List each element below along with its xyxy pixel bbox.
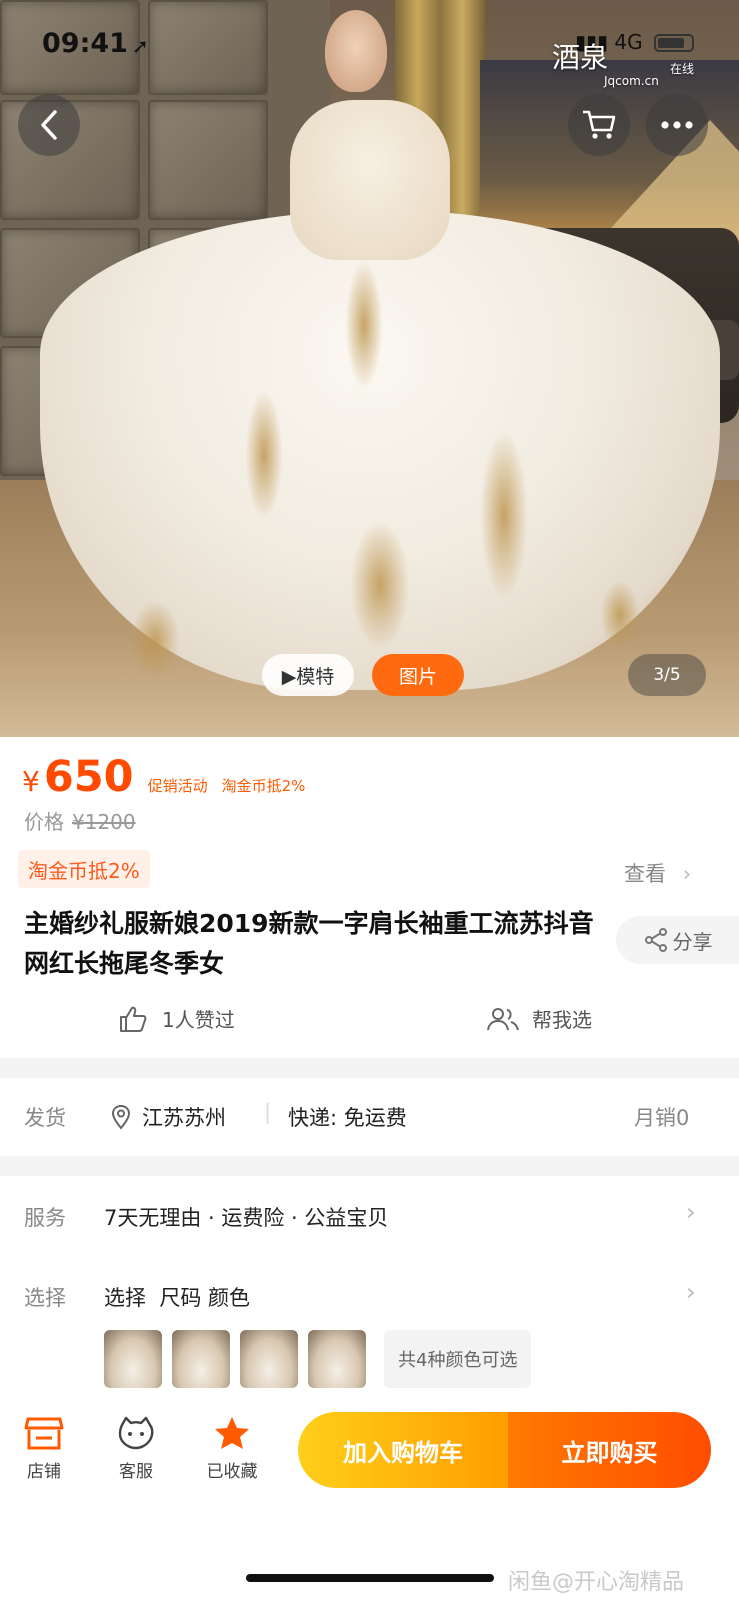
view-link-label: 查看 <box>624 862 666 886</box>
share-label: 分享 <box>672 929 713 954</box>
watermark-online: 在线 <box>670 62 695 76</box>
color-thumbnail[interactable] <box>104 1330 162 1388</box>
original-price: 价格 ¥1200 <box>24 806 136 835</box>
wall-panel <box>148 0 268 95</box>
back-button[interactable] <box>18 94 80 156</box>
chevron-right-icon: › <box>686 1278 696 1306</box>
service-text: 7天无理由 · 运费险 · 公益宝贝 <box>104 1206 389 1230</box>
chevron-left-icon <box>41 110 57 140</box>
cart-button[interactable] <box>568 94 630 156</box>
thumbs-up-icon <box>120 1006 147 1032</box>
chevron-right-icon: › <box>686 1198 696 1226</box>
like-button[interactable]: 1人赞过 <box>118 1004 235 1033</box>
share-button[interactable]: 分享 <box>616 916 739 964</box>
watermark-logo: 酒泉 <box>552 41 609 74</box>
service-label: 服务 <box>24 1206 66 1230</box>
location-pin-icon <box>111 1104 131 1130</box>
network-type: 4G <box>614 30 643 54</box>
tab-model[interactable]: ▶模特 <box>262 654 354 696</box>
location-arrow-icon: ➚ <box>132 34 149 58</box>
view-link[interactable]: 查看 › <box>624 858 691 888</box>
select-label: 选择 <box>24 1286 66 1310</box>
shopping-cart-icon <box>583 110 616 139</box>
separator: | <box>264 1100 272 1124</box>
embroidery <box>345 260 383 390</box>
source-watermark: 闲鱼@开心淘精品 <box>508 1570 685 1595</box>
buy-now-button[interactable]: 立即购买 <box>508 1412 711 1488</box>
status-time: 09:41 <box>42 28 128 59</box>
more-button[interactable] <box>646 94 708 156</box>
wall-panel <box>148 100 268 220</box>
battery-icon <box>654 34 694 52</box>
promo-activity[interactable]: 促销活动 <box>148 775 208 796</box>
embroidery <box>600 580 640 650</box>
color-thumbnail[interactable] <box>172 1330 230 1388</box>
color-thumbnail[interactable] <box>308 1330 366 1388</box>
add-to-cart-button[interactable]: 加入购物车 <box>298 1412 508 1488</box>
embroidery <box>245 390 283 520</box>
embroidery <box>130 600 180 680</box>
dress-bodice <box>290 100 450 260</box>
shipping-label: 发货 <box>24 1106 66 1130</box>
chat-face-icon <box>118 1416 154 1450</box>
favorite-tab[interactable]: 已收藏 <box>192 1415 272 1482</box>
embroidery <box>480 430 528 600</box>
coin-discount-tag: 淘金币抵2% <box>18 850 150 888</box>
model-head <box>325 10 387 92</box>
shipping-location: 江苏苏州 <box>110 1102 226 1132</box>
coin-promo: 淘金币抵2% <box>221 777 306 795</box>
section-divider <box>0 1058 739 1078</box>
select-text: 选择 尺码 颜色 <box>104 1286 251 1310</box>
favorited-label: 已收藏 <box>206 1462 258 1482</box>
currency-symbol: ¥ <box>22 765 40 798</box>
original-price-value: ¥1200 <box>72 810 136 834</box>
shipping-location-text: 江苏苏州 <box>142 1106 226 1130</box>
home-indicator <box>246 1574 494 1582</box>
help-choose-button[interactable]: 帮我选 <box>486 1004 592 1033</box>
people-icon <box>487 1007 519 1030</box>
original-price-label: 价格 <box>24 810 64 834</box>
color-thumbnails: 共4种颜色可选 <box>104 1330 532 1388</box>
product-image[interactable] <box>0 0 739 737</box>
star-icon <box>215 1417 249 1449</box>
tab-pictures[interactable]: 图片 <box>372 654 464 696</box>
price-row: ¥ 650 促销活动 淘金币抵2% <box>22 752 305 802</box>
color-thumbnail[interactable] <box>240 1330 298 1388</box>
customer-service-label: 客服 <box>119 1462 153 1482</box>
image-counter: 3/5 <box>628 654 706 696</box>
share-icon <box>644 928 667 952</box>
monthly-sales: 月销0 <box>634 1106 690 1130</box>
price-value: 650 <box>43 752 134 802</box>
section-divider <box>0 1156 739 1176</box>
likes-count: 1人赞过 <box>162 1008 235 1032</box>
customer-service-tab[interactable]: 客服 <box>96 1415 176 1482</box>
help-choose-label: 帮我选 <box>532 1008 592 1032</box>
embroidery <box>350 520 410 650</box>
colors-available[interactable]: 共4种颜色可选 <box>384 1330 532 1388</box>
chevron-right-icon: › <box>682 862 692 886</box>
watermark-site: Jqcom.cn <box>604 74 659 88</box>
store-icon <box>24 1417 64 1450</box>
shipping-express: 快递: 免运费 <box>288 1106 407 1130</box>
product-title: 主婚纱礼服新娘2019新款一字肩长袖重工流苏抖音网红长拖尾冬季女 <box>24 909 594 978</box>
store-tab[interactable]: 店铺 <box>4 1415 84 1482</box>
more-dots-icon <box>661 121 693 129</box>
store-label: 店铺 <box>27 1462 61 1482</box>
